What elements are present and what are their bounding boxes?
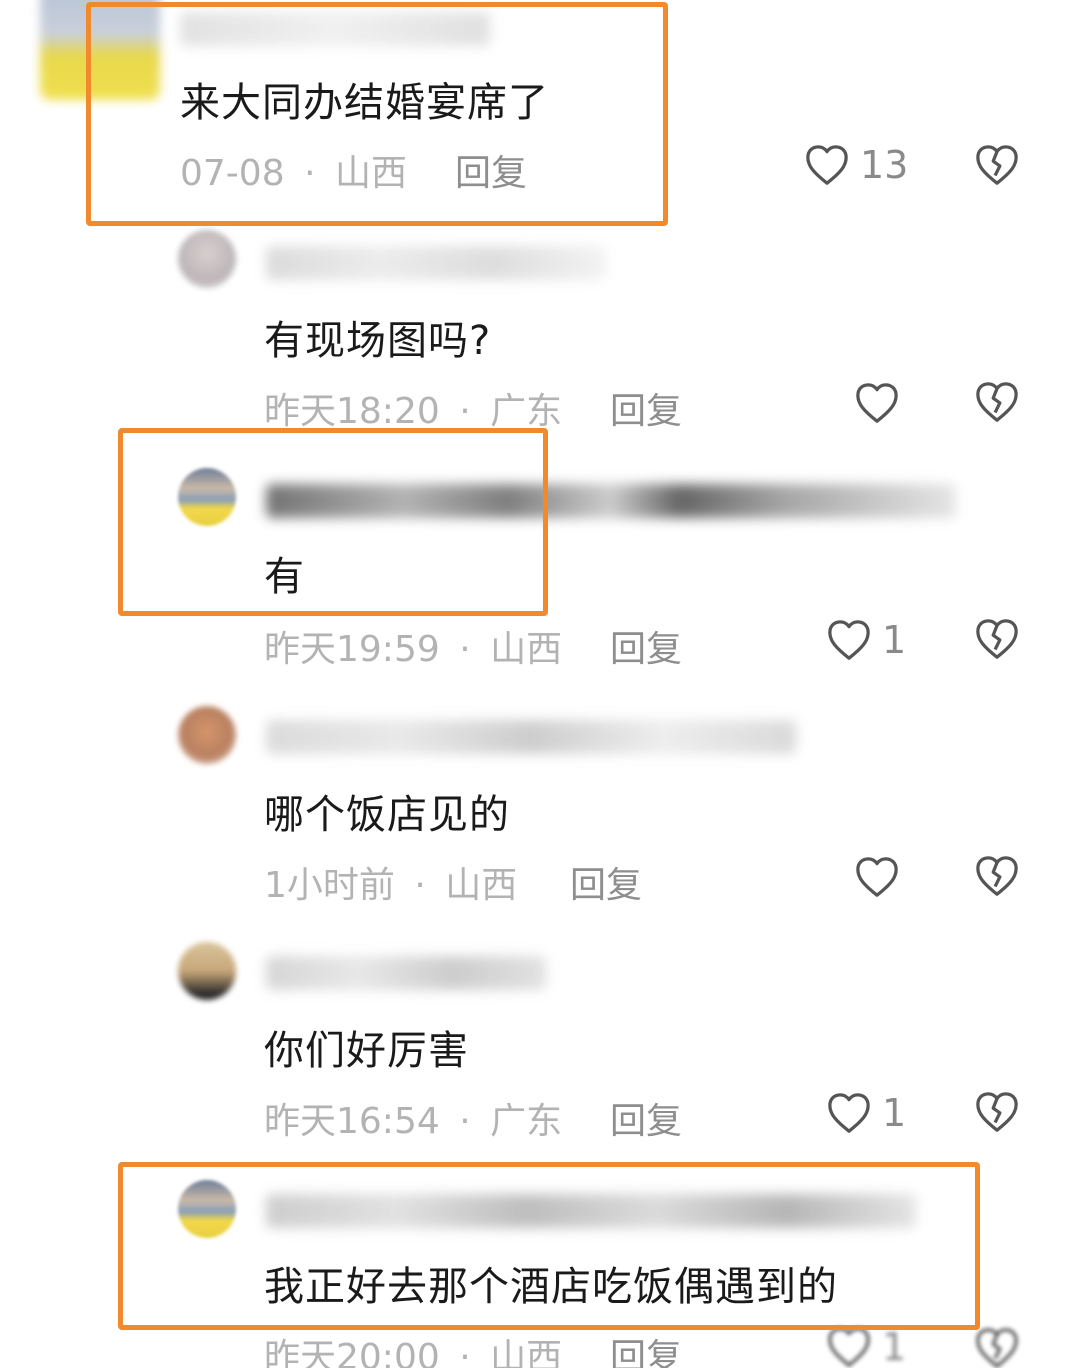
comment-region: 广东 <box>490 391 563 432</box>
reply-button[interactable]: 回复 <box>570 856 642 908</box>
avatar[interactable] <box>178 1180 236 1238</box>
heart-outline-icon <box>856 857 898 897</box>
like-count: 1 <box>882 1325 907 1368</box>
broken-heart-icon[interactable] <box>974 1326 1020 1368</box>
heart-outline-icon <box>828 1093 870 1133</box>
comment-meta: 昨天19:59 · 山西 <box>264 620 562 672</box>
like-count: 1 <box>882 1091 907 1135</box>
comment-region: 山西 <box>334 153 407 194</box>
avatar[interactable] <box>40 0 160 100</box>
reply-button[interactable]: 回复 <box>455 144 527 196</box>
like-button[interactable] <box>854 852 910 902</box>
like-button[interactable]: 13 <box>804 140 908 190</box>
heart-outline-icon <box>806 145 848 185</box>
username-blurred[interactable] <box>266 246 606 280</box>
meta-separator: · <box>304 153 316 194</box>
comment-time: 昨天18:20 <box>264 391 440 432</box>
highlight-box <box>118 428 548 616</box>
comment-time: 昨天19:59 <box>264 629 440 670</box>
comment-text: 哪个饭店见的 <box>264 792 510 838</box>
comment-meta: 昨天16:54 · 广东 <box>264 1092 562 1144</box>
avatar[interactable] <box>178 468 236 526</box>
comment-text: 有现场图吗? <box>264 318 492 364</box>
like-count: 13 <box>860 143 909 187</box>
comment-meta: 昨天20:00 · 山西 <box>264 1328 562 1368</box>
like-button[interactable]: 1 <box>826 615 906 665</box>
reply-button[interactable]: 回复 <box>610 1328 682 1368</box>
username-blurred[interactable] <box>180 12 490 46</box>
username-blurred[interactable] <box>266 1194 916 1228</box>
meta-separator: · <box>414 865 426 906</box>
avatar[interactable] <box>178 942 236 1000</box>
meta-separator: · <box>459 391 471 432</box>
comment-meta: 07-08 · 山西 <box>180 144 407 196</box>
heart-outline-icon <box>856 383 898 423</box>
broken-heart-icon[interactable] <box>974 854 1020 898</box>
broken-heart-icon[interactable] <box>974 143 1020 187</box>
comment-text: 你们好厉害 <box>264 1028 469 1074</box>
like-button[interactable] <box>854 378 910 428</box>
comment-region: 广东 <box>490 1101 563 1142</box>
comment-time: 07-08 <box>180 153 285 194</box>
meta-separator: · <box>459 1101 471 1142</box>
comment-meta: 1小时前 · 山西 <box>264 856 517 908</box>
username-blurred[interactable] <box>266 720 796 754</box>
broken-heart-icon[interactable] <box>974 380 1020 424</box>
broken-heart-icon[interactable] <box>974 1090 1020 1134</box>
avatar[interactable] <box>178 230 236 288</box>
comment-meta: 昨天18:20 · 广东 <box>264 382 562 434</box>
comment-text: 我正好去那个酒店吃饭偶遇到的 <box>264 1264 838 1310</box>
reply-button[interactable]: 回复 <box>610 620 682 672</box>
comment-text: 来大同办结婚宴席了 <box>180 80 549 126</box>
like-button[interactable]: 1 <box>826 1322 906 1368</box>
like-count: 1 <box>882 618 907 662</box>
reply-button[interactable]: 回复 <box>610 382 682 434</box>
avatar[interactable] <box>178 706 236 764</box>
meta-separator: · <box>459 1337 471 1368</box>
comment-region: 山西 <box>490 1337 563 1368</box>
comment-region: 山西 <box>490 629 563 670</box>
username-blurred[interactable] <box>266 956 546 990</box>
comment-time: 昨天20:00 <box>264 1337 440 1368</box>
broken-heart-icon[interactable] <box>974 617 1020 661</box>
heart-outline-icon <box>828 620 870 660</box>
comment-time: 1小时前 <box>264 865 395 906</box>
meta-separator: · <box>459 629 471 670</box>
like-button[interactable]: 1 <box>826 1088 906 1138</box>
heart-outline-icon <box>828 1327 870 1367</box>
reply-button[interactable]: 回复 <box>610 1092 682 1144</box>
username-blurred[interactable] <box>266 484 956 518</box>
comment-text: 有 <box>264 554 305 600</box>
comment-time: 昨天16:54 <box>264 1101 440 1142</box>
comment-region: 山西 <box>445 865 518 906</box>
